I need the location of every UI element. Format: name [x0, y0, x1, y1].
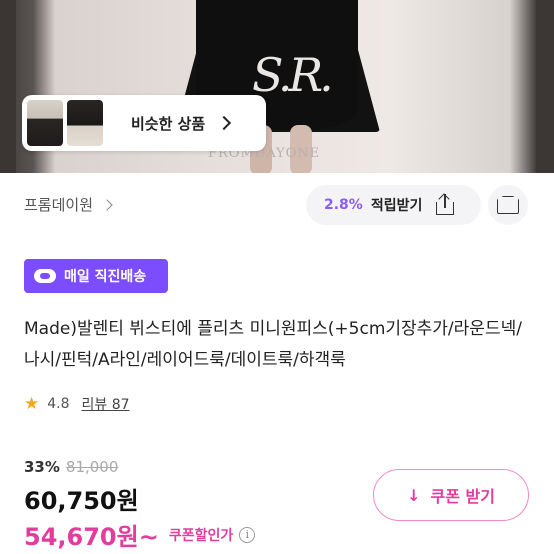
delivery-icon	[34, 269, 56, 283]
coupon-price-label: 쿠폰할인가	[168, 527, 234, 544]
reviews-link[interactable]: 리뷰 87	[82, 394, 130, 414]
original-price: 81,000	[65, 458, 119, 476]
get-coupon-button[interactable]: ↓ 쿠폰 받기	[373, 469, 529, 521]
info-icon[interactable]: i	[239, 526, 256, 543]
discount-row: 33% 81,000	[24, 458, 118, 476]
delivery-badge: 매일 직진배송	[24, 259, 168, 293]
store-link[interactable]: 프롬데이원	[24, 194, 113, 215]
image-right-edge	[536, 0, 554, 173]
product-image[interactable]: S.R. FROMDAYONE 비슷한 상품	[0, 0, 554, 173]
reward-rate: 2.8%	[324, 197, 363, 213]
delivery-badge-label: 매일 직진배송	[64, 269, 147, 285]
brand-logo: S.R.	[252, 48, 334, 102]
similar-thumbnail	[27, 100, 63, 146]
share-icon[interactable]	[434, 193, 456, 217]
similar-thumbnail	[67, 100, 103, 146]
discount-rate: 33%	[24, 458, 60, 476]
coupon-price: 54,670원~	[24, 523, 159, 551]
rating-row: ★ 4.8 리뷰 87	[24, 394, 130, 414]
reward-label: 적립받기	[370, 198, 423, 214]
get-coupon-label: 쿠폰 받기	[430, 487, 495, 506]
similar-products-label: 비슷한 상품	[131, 114, 206, 133]
star-icon: ★	[24, 394, 40, 414]
chevron-right-icon	[101, 198, 113, 211]
image-left-edge	[0, 0, 16, 173]
size-guide-button[interactable]	[488, 185, 528, 225]
similar-products-button[interactable]: 비슷한 상품	[22, 95, 266, 151]
product-title: Made)발렌티 뷔스티에 플리츠 미니원피스(+5cm기장추가/라운드넥/나시…	[24, 319, 522, 370]
shirt-icon	[497, 196, 519, 214]
store-name: 프롬데이원	[24, 196, 94, 214]
chevron-right-icon	[217, 115, 232, 131]
coupon-price-row: 54,670원~ 쿠폰할인가 i	[24, 517, 256, 552]
sale-price: 60,750원	[24, 487, 139, 515]
reward-button[interactable]: 2.8% 적립받기	[306, 185, 481, 225]
download-icon: ↓	[407, 485, 421, 505]
rating-score: 4.8	[47, 396, 70, 412]
